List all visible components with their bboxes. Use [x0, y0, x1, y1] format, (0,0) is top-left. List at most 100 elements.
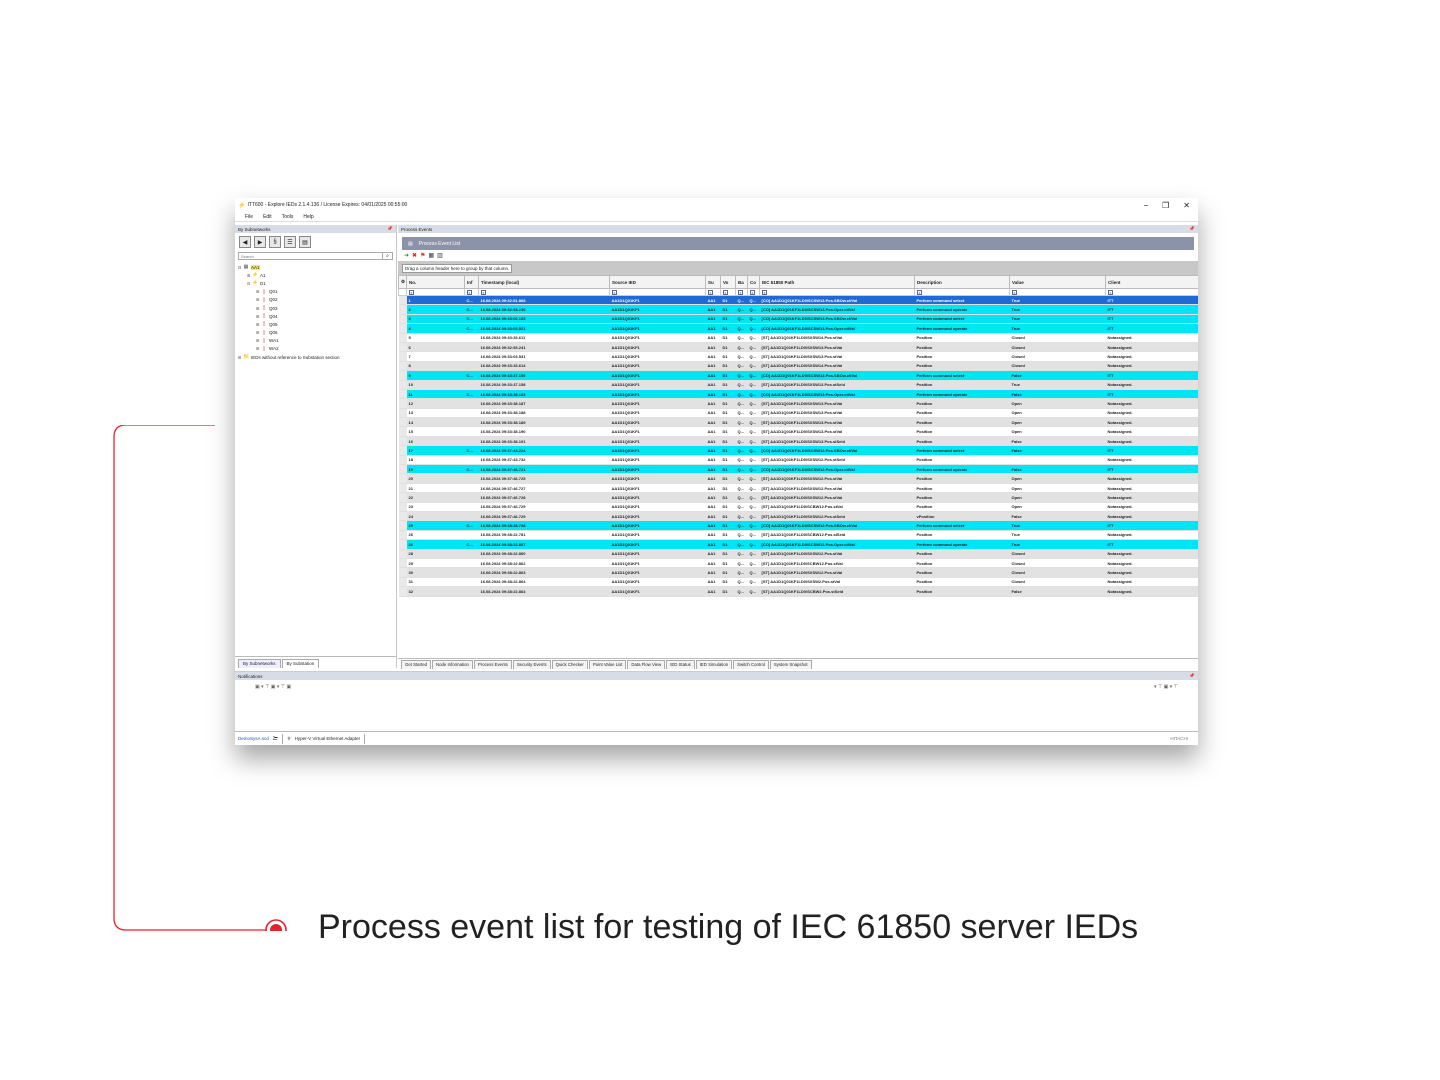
row-gutter[interactable] — [398, 436, 407, 447]
column-filter[interactable]: ≡ — [406, 288, 465, 296]
tab-security-events[interactable]: Security Events — [512, 660, 551, 669]
row-gutter[interactable] — [398, 295, 407, 306]
filter-icon[interactable]: ≡ — [1012, 289, 1017, 295]
row-gutter[interactable] — [398, 577, 407, 588]
tree-node[interactable]: ⊞ ⚡ A1 — [238, 271, 393, 279]
maximize-icon[interactable]: ❐ — [1162, 201, 1169, 210]
filter-icon[interactable]: ≡ — [917, 289, 922, 295]
table-row[interactable]: 17 C... 16.08.2024 09:37:43.224 AA1D1Q01KF1… — [398, 445, 1198, 456]
tree-node[interactable]: ⊞ ▯ WA1 — [238, 337, 393, 345]
search-icon[interactable]: ⌕ — [382, 252, 392, 260]
table-row[interactable]: 4 C... 16.08.2024 09:33:03.521 AA1D1Q01KF1 A… — [398, 323, 1198, 334]
row-gutter[interactable] — [398, 539, 407, 550]
table-row[interactable]: 31 16.08.2024 09:38:22.864 AA1D1Q01KF1 AA1 D… — [398, 577, 1198, 588]
menu-help[interactable]: Help — [303, 214, 313, 220]
filter-icon[interactable]: ▾ ⊤ ▣ ▾ ⊤ — [1154, 684, 1178, 690]
column-filter[interactable]: ≡ — [464, 288, 479, 296]
forward-icon[interactable]: ▶ — [254, 236, 266, 248]
menu-file[interactable]: File — [245, 214, 253, 220]
column-header[interactable]: Description — [914, 275, 1010, 289]
column-filter[interactable]: ≡ — [609, 288, 706, 296]
tab-get-started[interactable]: Get Started — [401, 660, 431, 669]
column-header[interactable]: Inf — [464, 275, 479, 289]
tree-node[interactable]: ⊞ ▯ Q05 — [238, 320, 393, 328]
row-gutter[interactable] — [398, 314, 407, 325]
table-row[interactable]: 8 16.08.2024 09:33:33.614 AA1D1Q01KF1 AA1 D1… — [398, 361, 1198, 372]
table-row[interactable]: 14 16.08.2024 09:33:38.189 AA1D1Q01KF1 AA1 D… — [398, 417, 1198, 428]
column-header[interactable]: Source IED — [609, 275, 706, 289]
table-row[interactable]: 12 16.08.2024 09:33:38.187 AA1D1Q01KF1 AA1 D… — [398, 398, 1198, 409]
table-row[interactable]: 6 16.08.2024 09:32:53.241 AA1D1Q01KF1 AA1 D1… — [398, 342, 1198, 353]
table-row[interactable]: 18 16.08.2024 09:37:43.732 AA1D1Q01KF1 AA1 D… — [398, 455, 1198, 466]
row-gutter[interactable] — [398, 304, 407, 315]
table-row[interactable]: 24 16.08.2024 09:37:46.729 AA1D1Q01KF1 AA1 D… — [398, 511, 1198, 522]
row-gutter[interactable] — [398, 502, 407, 513]
export-icon[interactable]: ▤ — [299, 236, 311, 248]
table-row[interactable]: 5 16.08.2024 09:33:33.611 AA1D1Q01KF1 AA1 D1… — [398, 333, 1198, 343]
tab-node-information[interactable]: Node Information — [431, 660, 473, 669]
tree-node[interactable]: ⊞ ▯ Q04 — [238, 312, 393, 320]
row-gutter[interactable] — [398, 511, 407, 522]
filter-icon[interactable]: ≡ — [738, 289, 743, 295]
tab-switch-control[interactable]: Switch Control — [733, 660, 769, 669]
column-filter[interactable]: ≡ — [735, 288, 748, 296]
row-gutter[interactable] — [398, 408, 407, 419]
row-gutter[interactable] — [398, 530, 407, 541]
column-header[interactable]: Co — [747, 275, 760, 289]
minimize-icon[interactable]: − — [1143, 201, 1148, 210]
row-gutter[interactable] — [398, 417, 407, 428]
row-gutter[interactable] — [398, 520, 407, 531]
column-filter[interactable]: ≡ — [914, 288, 1010, 296]
table-row[interactable]: 26 C... 16.08.2024 09:38:22.857 AA1D1Q01KF1… — [398, 539, 1198, 550]
table-row[interactable]: 30 16.08.2024 09:38:22.863 AA1D1Q01KF1 AA1 D… — [398, 567, 1198, 578]
column-header[interactable]: No. — [406, 275, 465, 289]
tree-node[interactable]: ⊞ ▯ WA2 — [238, 345, 393, 353]
table-row[interactable]: 7 16.08.2024 09:33:03.531 AA1D1Q01KF1 AA1 D1… — [398, 351, 1198, 362]
table-row[interactable]: 1 C... 16.08.2024 09:32:51.868 AA1D1Q01KF1 A… — [398, 295, 1198, 306]
row-gutter[interactable] — [398, 389, 407, 400]
table-row[interactable]: 21 16.08.2024 09:37:46.727 AA1D1Q01KF1 AA1 D… — [398, 483, 1198, 494]
row-gutter[interactable] — [398, 398, 407, 409]
column-filter[interactable]: ≡ — [705, 288, 721, 296]
table-row[interactable]: 9 C... 16.08.2024 09:33:37.156 AA1D1Q01KF1 A… — [398, 370, 1198, 381]
tab-quick-checker[interactable]: Quick Checker — [551, 660, 588, 669]
row-gutter[interactable] — [398, 351, 407, 362]
group-by-area[interactable]: Drag a column header here to group by th… — [398, 261, 1198, 275]
column-header[interactable]: Vo — [720, 275, 736, 289]
tab-ied-status[interactable]: IED Status — [666, 660, 695, 669]
table-row[interactable]: 28 16.08.2024 09:38:22.860 AA1D1Q01KF1 AA1 D… — [398, 549, 1198, 559]
table-row[interactable]: 15 16.08.2024 09:33:38.190 AA1D1Q01KF1 AA1 D… — [398, 426, 1198, 437]
column-filter[interactable]: ≡ — [1009, 288, 1106, 296]
tree-node[interactable]: ⊞ ▯ Q01 — [238, 288, 393, 296]
tab-system-snapshot[interactable]: System Snapshot — [769, 660, 812, 669]
column-header[interactable]: IEC 61850 Path — [759, 275, 915, 289]
table-row[interactable]: 16 16.08.2024 09:33:38.191 AA1D1Q01KF1 AA1 D… — [398, 436, 1198, 447]
filter-icon[interactable]: ≡ — [481, 289, 486, 295]
table-row[interactable]: 23 16.08.2024 09:37:46.729 AA1D1Q01KF1 AA1 D… — [398, 502, 1198, 513]
start-icon[interactable]: ➜ — [404, 252, 409, 259]
row-gutter[interactable] — [398, 567, 407, 578]
filter-icon[interactable]: ≡ — [762, 289, 767, 295]
tab-data-flow-view[interactable]: Data Flow View — [627, 660, 666, 669]
row-gutter[interactable] — [398, 342, 407, 353]
tree-node[interactable]: ⊟ ⚡ D1 — [238, 279, 393, 287]
row-gutter[interactable] — [398, 333, 407, 343]
row-gutter[interactable] — [398, 361, 407, 372]
row-gutter[interactable] — [398, 426, 407, 437]
row-gutter[interactable] — [398, 445, 407, 456]
row-gutter[interactable] — [398, 549, 407, 559]
pin-icon[interactable]: 📌 — [1189, 226, 1195, 232]
tab-ied-simulation[interactable]: IED Simulation — [695, 660, 733, 669]
filter-icon[interactable]: ≡ — [750, 289, 755, 295]
column-header[interactable]: Ba — [735, 275, 748, 289]
table-row[interactable]: 10 16.08.2024 09:33:37.158 AA1D1Q01KF1 AA1 D… — [398, 380, 1198, 390]
stop-icon[interactable]: ✖ — [412, 252, 417, 259]
filter-icon[interactable]: ≡ — [612, 289, 617, 295]
column-filter[interactable]: ≡ — [747, 288, 760, 296]
table-row[interactable]: 13 16.08.2024 09:33:38.188 AA1D1Q01KF1 AA1 D… — [398, 408, 1198, 419]
column-filter[interactable]: ≡ — [720, 288, 736, 296]
row-gutter[interactable] — [398, 455, 407, 466]
menu-edit[interactable]: Edit — [263, 214, 272, 220]
row-gutter[interactable] — [398, 492, 407, 503]
table-row[interactable]: 19 C... 16.08.2024 09:37:46.721 AA1D1Q01KF1… — [398, 464, 1198, 475]
